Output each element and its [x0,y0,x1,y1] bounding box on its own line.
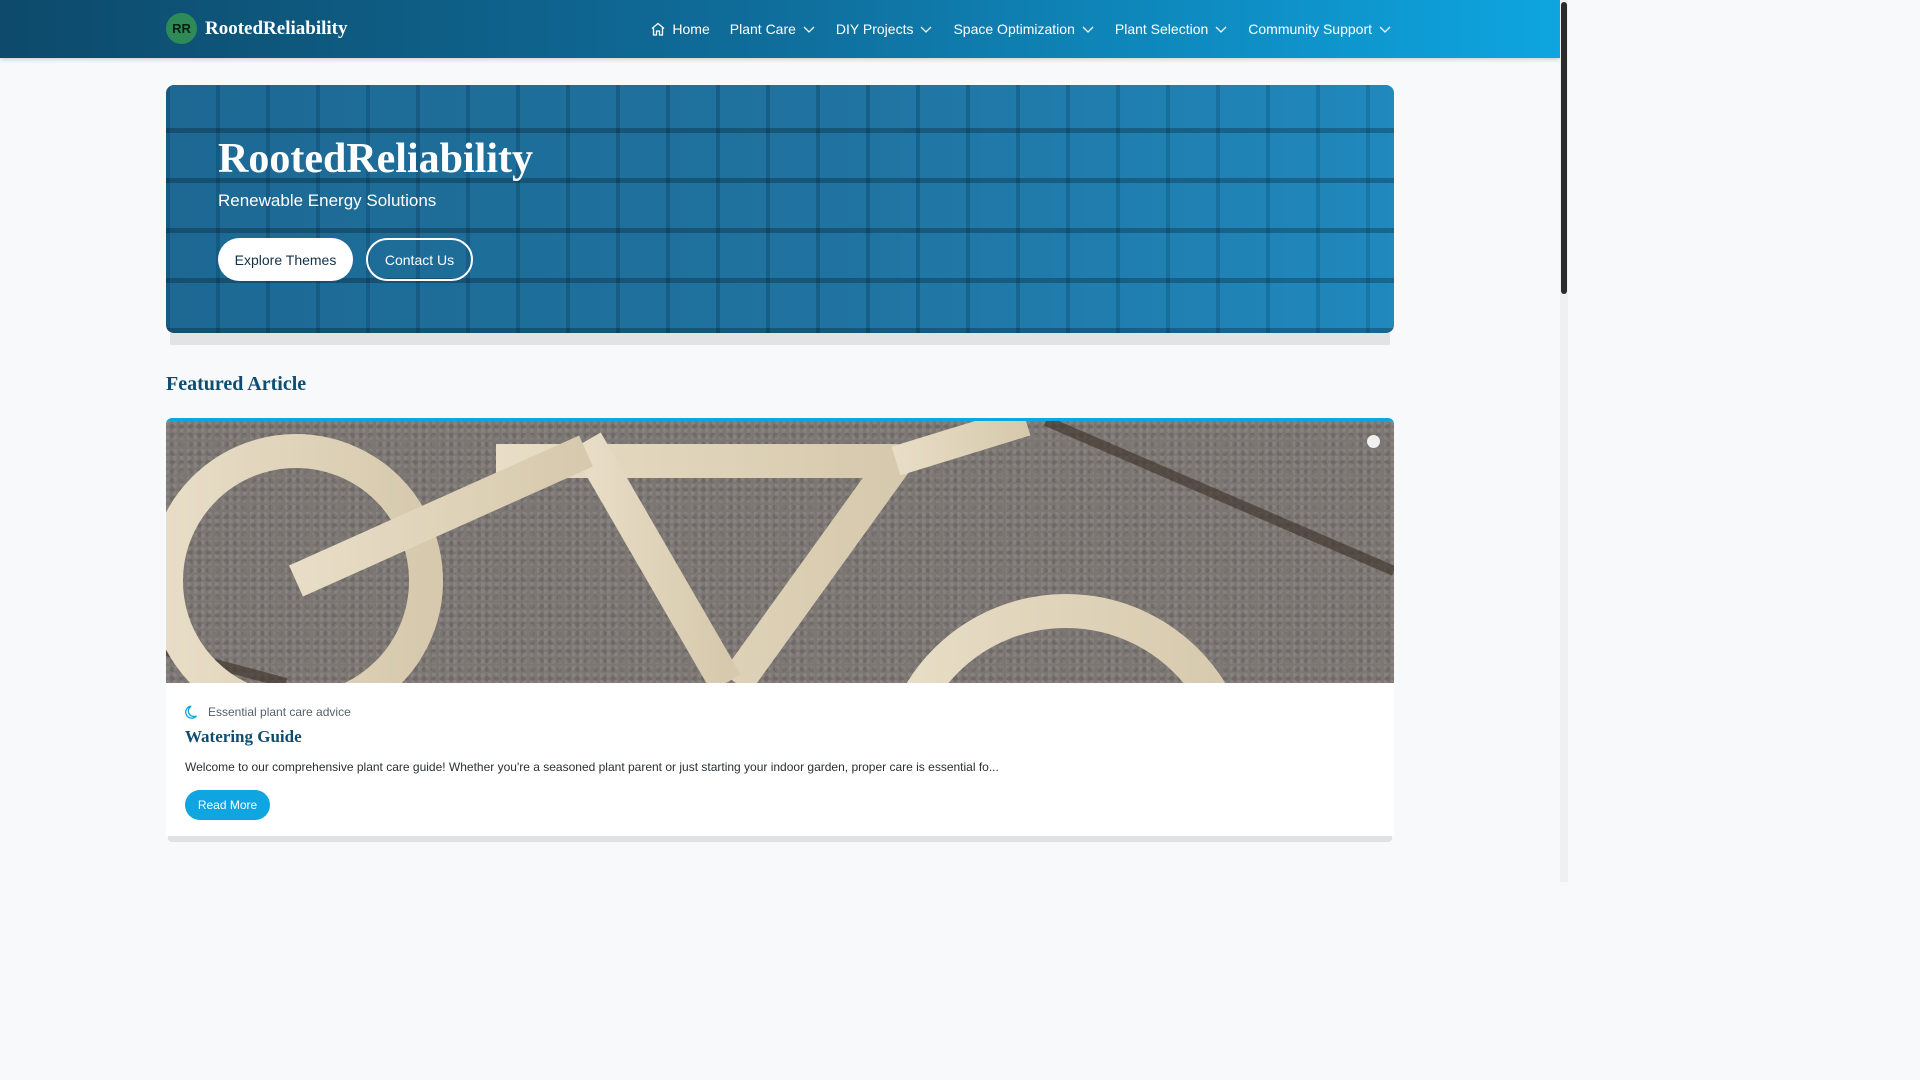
nav-item-home[interactable]: Home [650,21,710,37]
nav-item-plant-care[interactable]: Plant Care [730,21,816,37]
brand-logo: RR [166,13,197,44]
brand[interactable]: RR RootedReliability [166,13,348,44]
article-excerpt: Welcome to our comprehensive plant care … [185,760,999,774]
article-category-label: Essential plant care advice [208,705,351,719]
nav-item-space-optimization[interactable]: Space Optimization [953,21,1094,37]
page-scrollbar[interactable] [1560,0,1568,882]
chevron-down-icon [1215,26,1227,33]
featured-article-card: Essential plant care advice Watering Gui… [166,418,1394,836]
nav-item-label: Home [672,21,710,37]
chevron-down-icon [803,26,815,33]
hero-shadow-bar [170,333,1390,345]
hero-banner: RootedReliability Renewable Energy Solut… [166,85,1394,333]
article-title[interactable]: Watering Guide [185,727,302,747]
scrollbar-thumb[interactable] [1561,2,1567,294]
read-more-button[interactable]: Read More [185,790,270,820]
brand-name: RootedReliability [205,17,348,39]
chevron-down-icon [921,26,932,33]
nav-item-plant-selection[interactable]: Plant Selection [1115,21,1228,37]
section-title: Featured Article [166,373,307,395]
nav-item-label: Plant Care [729,21,796,37]
chevron-down-icon [1379,26,1391,33]
moon-icon [185,705,198,719]
contact-us-button[interactable]: Contact Us [366,238,473,281]
nav-item-label: DIY Projects [835,21,914,37]
nav-item-community-support[interactable]: Community Support [1248,21,1392,37]
explore-themes-button[interactable]: Explore Themes [218,238,353,281]
chevron-down-icon [1082,26,1094,33]
main-nav: Home Plant Care DIY Projects Space Optim… [650,0,1392,58]
hero-title: RootedReliability [218,136,533,182]
article-category: Essential plant care advice [185,704,351,720]
image-indicator-dot[interactable] [1367,435,1380,448]
home-icon [651,22,665,36]
hero-subtitle: Renewable Energy Solutions [218,191,437,210]
nav-item-diy-projects[interactable]: DIY Projects [836,21,934,37]
nav-item-label: Space Optimization [953,21,1075,37]
top-navbar: RR RootedReliability Home Plant Care DIY… [0,0,1560,58]
article-image [166,421,1394,683]
card-shadow-bar [168,836,1392,842]
nav-item-label: Community Support [1248,21,1372,37]
nav-item-label: Plant Selection [1114,21,1209,37]
